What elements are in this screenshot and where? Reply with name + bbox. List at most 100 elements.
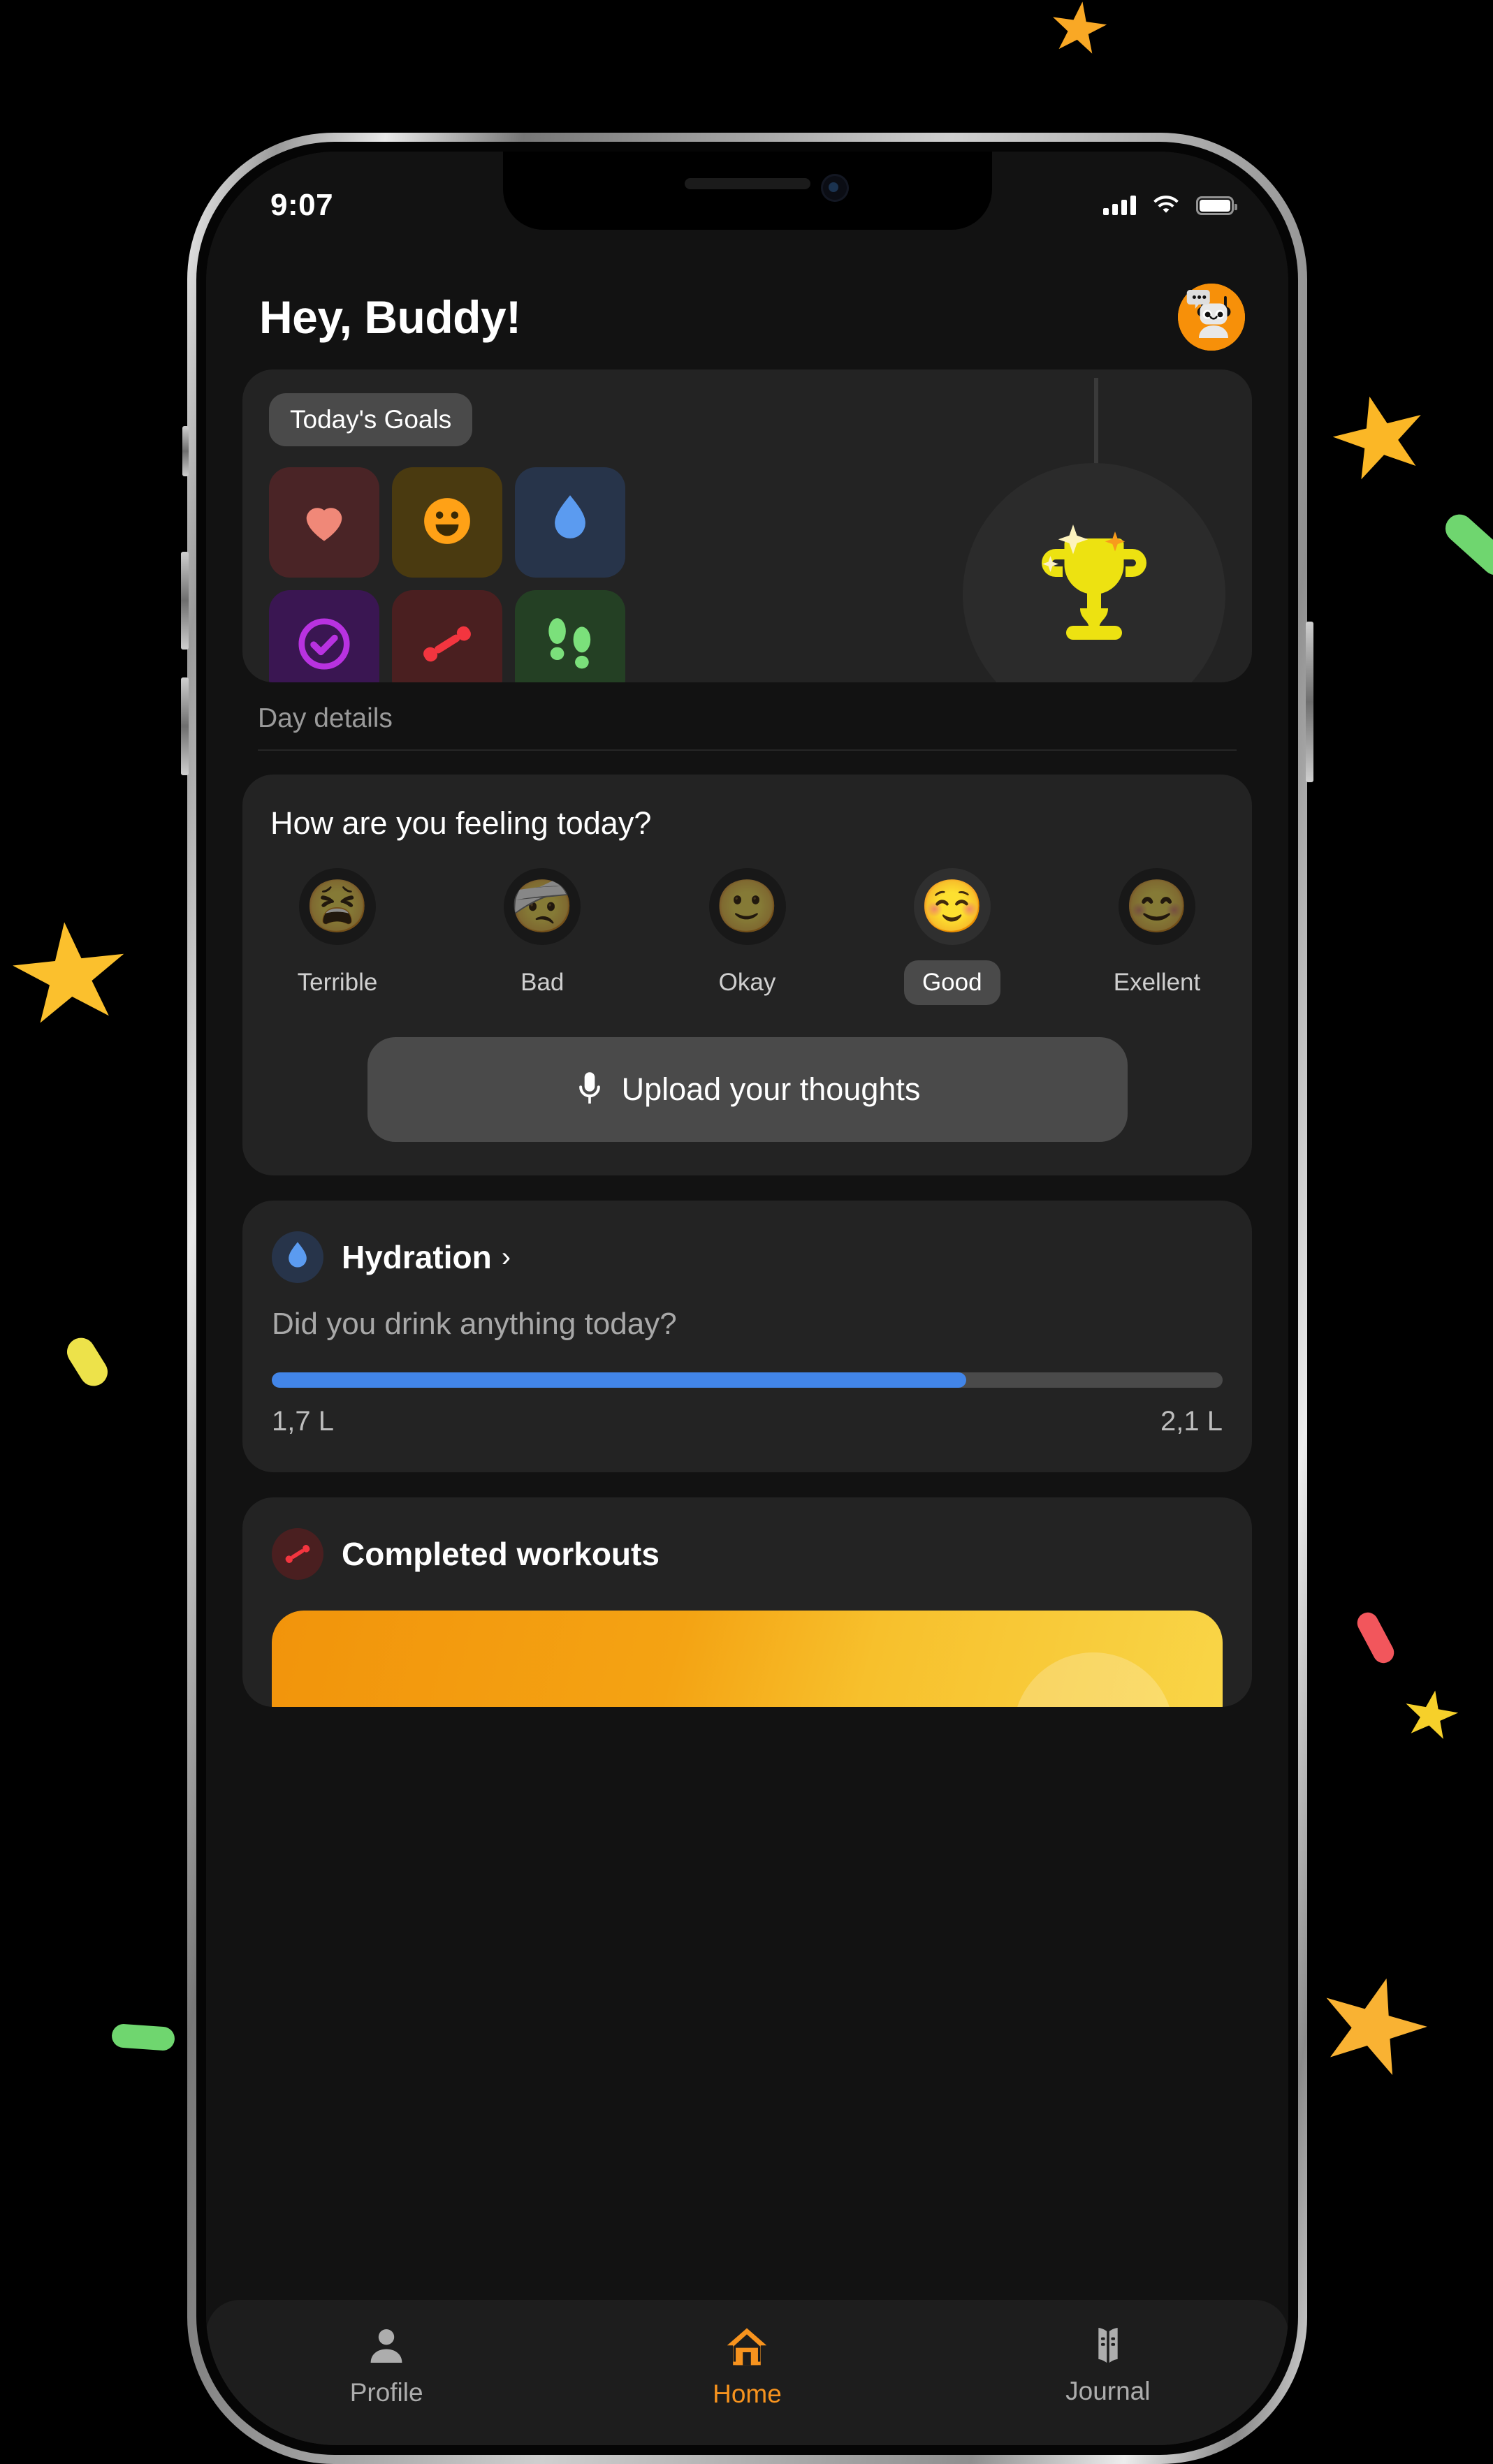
mood-emoji-good: ☺️ xyxy=(913,868,991,945)
scroll-content[interactable]: Hey, Buddy! Today's Goals Day details Ho… xyxy=(206,237,1288,2300)
hydration-header[interactable]: Hydration › xyxy=(272,1231,1223,1283)
volume-down-button[interactable] xyxy=(181,677,189,775)
star-decor xyxy=(8,916,131,1034)
phone-bezel: 9:07 Hey, Buddy! Today's Goals Day detai… xyxy=(196,142,1298,2455)
mood-question: How are you feeling today? xyxy=(270,805,652,841)
hydration-card[interactable]: Hydration › Did you drink anything today… xyxy=(242,1201,1252,1472)
mood-label-bad: Bad xyxy=(520,969,565,996)
bottom-navigation: Profile Home Journal xyxy=(206,2300,1288,2445)
mood-label-exellent: Exellent xyxy=(1113,969,1201,996)
page-title: Hey, Buddy! xyxy=(259,291,521,343)
wifi-icon xyxy=(1153,196,1179,213)
workout-banner[interactable] xyxy=(272,1611,1223,1707)
dumbbell-icon xyxy=(272,1528,323,1580)
goal-tile-dumbbell[interactable] xyxy=(392,590,502,682)
goal-tile-grid xyxy=(269,467,625,682)
mood-emoji-bad: 🤕 xyxy=(504,868,581,945)
hydration-current: 1,7 L xyxy=(272,1406,334,1437)
trophy-circle[interactable] xyxy=(963,463,1225,682)
mood-emoji-exellent: 😊 xyxy=(1119,868,1195,945)
star-decor xyxy=(1309,1964,1436,2088)
home-icon xyxy=(724,2324,770,2370)
mood-label-good: Good xyxy=(903,960,1000,1005)
bar-decor xyxy=(110,2023,176,2052)
mood-options: 😫 Terrible 🤕 Bad 🙂 Okay ☺️ Good 😊 Exellent xyxy=(270,868,1224,1005)
water-drop-icon xyxy=(547,492,593,553)
mood-card: How are you feeling today? 😫 Terrible 🤕 Bad… xyxy=(242,775,1252,1175)
tab-journal[interactable]: Journal xyxy=(1024,2324,1192,2406)
star-decor xyxy=(1325,386,1434,490)
check-circle-icon xyxy=(294,614,354,677)
tab-label-home: Home xyxy=(713,2379,782,2408)
completed-workouts-card[interactable]: Completed workouts xyxy=(242,1497,1252,1707)
tab-profile[interactable]: Profile xyxy=(303,2324,470,2407)
mood-option-good[interactable]: ☺️ Good xyxy=(889,868,1015,1005)
volume-up-button[interactable] xyxy=(181,552,189,650)
app-root: Hey, Buddy! Today's Goals Day details Ho… xyxy=(206,152,1288,2445)
microphone-icon xyxy=(578,1072,600,1104)
silent-switch[interactable] xyxy=(182,426,189,476)
bar-decor xyxy=(61,1333,113,1391)
phone-frame: 9:07 Hey, Buddy! Today's Goals Day detai… xyxy=(181,133,1313,2464)
goal-tile-heart[interactable] xyxy=(269,467,379,578)
star-decor xyxy=(1400,1686,1461,1745)
avatar-graphic xyxy=(1178,284,1245,351)
battery-full-icon xyxy=(1196,196,1237,215)
status-bar: 9:07 xyxy=(206,152,1288,234)
tab-home[interactable]: Home xyxy=(663,2324,831,2409)
hydration-progress-track[interactable] xyxy=(272,1372,1223,1388)
star-decor xyxy=(1048,0,1109,59)
workouts-header: Completed workouts xyxy=(272,1528,1223,1580)
goal-tile-footsteps[interactable] xyxy=(515,590,625,682)
smiley-icon xyxy=(418,492,476,554)
mood-emoji-okay: 🙂 xyxy=(708,868,786,945)
hydration-subtitle: Did you drink anything today? xyxy=(272,1307,677,1341)
trophy-area xyxy=(963,378,1225,682)
day-details-label: Day details xyxy=(258,703,393,733)
divider xyxy=(258,749,1237,751)
workouts-title: Completed workouts xyxy=(342,1536,660,1572)
hydration-title: Hydration xyxy=(342,1239,492,1275)
person-icon xyxy=(364,2324,409,2368)
tab-label-profile: Profile xyxy=(349,2378,423,2407)
heart-icon xyxy=(298,494,351,551)
water-drop-icon xyxy=(272,1231,323,1283)
hydration-progress-fill xyxy=(272,1372,966,1388)
signal-bars-icon xyxy=(1103,196,1136,215)
todays-goals-chip[interactable]: Today's Goals xyxy=(269,393,473,446)
dumbbell-glyph xyxy=(285,1545,310,1563)
goals-body xyxy=(269,378,1225,682)
mood-option-okay[interactable]: 🙂 Okay xyxy=(685,868,810,1005)
robot-avatar-icon[interactable] xyxy=(1178,284,1245,351)
dumbbell-icon xyxy=(418,615,476,676)
trophy-hanger xyxy=(1094,378,1098,467)
status-indicators xyxy=(1103,195,1237,216)
tab-label-journal: Journal xyxy=(1065,2377,1151,2405)
upload-thoughts-button[interactable]: Upload your thoughts xyxy=(367,1037,1128,1142)
phone-screen: 9:07 Hey, Buddy! Today's Goals Day detai… xyxy=(206,152,1288,2445)
footsteps-icon xyxy=(542,614,598,677)
water-drop-glyph xyxy=(289,1242,307,1268)
hydration-goal: 2,1 L xyxy=(1160,1406,1223,1437)
chevron-right-icon[interactable]: › xyxy=(502,1242,511,1273)
goal-tile-check-circle[interactable] xyxy=(269,590,379,682)
app-header: Hey, Buddy! xyxy=(242,237,1252,369)
mood-option-terrible[interactable]: 😫 Terrible xyxy=(275,868,400,1005)
upload-thoughts-label: Upload your thoughts xyxy=(621,1071,921,1107)
bar-decor xyxy=(1439,508,1493,581)
todays-goals-card[interactable]: Today's Goals xyxy=(242,369,1252,682)
bar-decor xyxy=(1353,1608,1398,1667)
book-icon xyxy=(1086,2324,1130,2367)
mood-emoji-terrible: 😫 xyxy=(299,868,376,945)
goal-tile-smiley[interactable] xyxy=(392,467,502,578)
day-details-section: Day details xyxy=(242,703,1252,751)
status-clock: 9:07 xyxy=(270,188,334,222)
mood-option-bad[interactable]: 🤕 Bad xyxy=(479,868,605,1005)
mood-label-terrible: Terrible xyxy=(297,969,378,996)
trophy-icon xyxy=(1042,525,1146,640)
goal-tile-water-drop[interactable] xyxy=(515,467,625,578)
mood-option-exellent[interactable]: 😊 Exellent xyxy=(1094,868,1220,1005)
screenshot-root: 9:07 Hey, Buddy! Today's Goals Day detai… xyxy=(0,0,1493,2464)
power-button[interactable] xyxy=(1306,622,1313,782)
mood-label-okay: Okay xyxy=(718,969,776,996)
